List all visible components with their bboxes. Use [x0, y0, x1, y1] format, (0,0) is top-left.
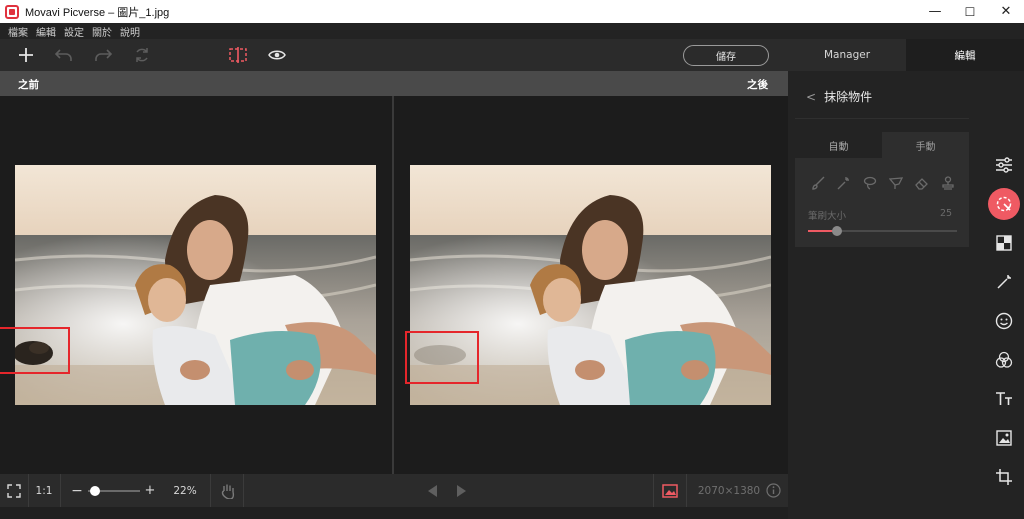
tab-auto[interactable]: 自動	[795, 132, 882, 158]
panel-header: < 抹除物件	[806, 88, 872, 105]
compare-divider[interactable]	[392, 96, 394, 474]
gallery-image-icon[interactable]	[656, 474, 684, 507]
zoom-slider-thumb[interactable]	[90, 485, 100, 496]
brush-icon[interactable]	[810, 175, 826, 191]
compare-split-icon[interactable]	[224, 39, 252, 71]
bottom-separator	[243, 474, 244, 507]
crop-icon[interactable]	[988, 461, 1020, 493]
tab-edit[interactable]: 編輯	[906, 39, 1024, 71]
main-toolbar	[0, 39, 788, 71]
window-title: Movavi Picverse – 圖片_1.jpg	[25, 6, 170, 19]
erase-selection-after[interactable]	[405, 331, 479, 384]
before-label: 之前	[18, 79, 39, 91]
preview-eye-icon[interactable]	[263, 39, 291, 71]
compare-label-bar: 之前 之後	[0, 71, 788, 96]
face-retouch-icon[interactable]	[988, 305, 1020, 337]
clone-stamp-icon[interactable]	[940, 175, 956, 191]
bottom-separator	[28, 474, 29, 507]
tab-manager[interactable]: Manager	[788, 39, 906, 71]
add-icon[interactable]	[12, 39, 40, 71]
app-logo-icon	[5, 4, 19, 19]
menu-edit[interactable]: 編輯	[36, 24, 56, 39]
magic-wand-icon[interactable]	[988, 266, 1020, 298]
text-icon[interactable]	[988, 383, 1020, 415]
fullscreen-icon[interactable]	[0, 474, 28, 507]
image-dimensions: 2070×1380	[697, 484, 761, 497]
brush-size-label: 筆刷大小	[808, 211, 847, 222]
redo-icon[interactable]	[89, 39, 117, 71]
brush-size-thumb[interactable]	[832, 226, 842, 236]
info-icon[interactable]	[764, 474, 782, 507]
reset-icon[interactable]	[128, 39, 156, 71]
tab-manual[interactable]: 手動	[882, 132, 969, 158]
back-button[interactable]: <	[806, 90, 816, 104]
save-button[interactable]: 儲存	[683, 45, 769, 66]
bottom-separator	[60, 474, 61, 507]
image-icon[interactable]	[988, 422, 1020, 454]
eraser-icon[interactable]	[914, 175, 930, 191]
zoom-value: 22%	[173, 484, 197, 497]
undo-icon[interactable]	[50, 39, 78, 71]
status-strip	[0, 507, 788, 519]
zoom-out-button[interactable]: −	[70, 474, 84, 507]
menu-help[interactable]: 說明	[120, 24, 140, 39]
background-icon[interactable]	[988, 227, 1020, 259]
top-tabs: Manager 編輯	[788, 39, 1024, 71]
menu-settings[interactable]: 設定	[64, 24, 84, 39]
bottom-separator	[210, 474, 211, 507]
erase-object-icon[interactable]	[988, 188, 1020, 220]
erase-selection-before[interactable]	[0, 327, 70, 374]
menu-bar: 檔案 編輯 設定 關於 說明	[0, 23, 1024, 39]
minimize-button[interactable]: —	[917, 0, 953, 23]
close-button[interactable]: ✕	[988, 0, 1024, 23]
brush-size-value: 25	[940, 208, 953, 219]
panel-divider	[795, 118, 969, 119]
menu-about[interactable]: 關於	[92, 24, 112, 39]
previous-image-icon[interactable]	[424, 474, 442, 507]
after-label: 之後	[747, 79, 768, 91]
panel-title: 抹除物件	[824, 90, 873, 104]
brush-size-slider[interactable]	[808, 226, 957, 236]
zoom-in-button[interactable]: +	[143, 474, 157, 507]
hand-tool-icon[interactable]	[214, 474, 242, 507]
maximize-button[interactable]: ☐	[952, 0, 988, 23]
adjust-icon[interactable]	[988, 149, 1020, 181]
bottom-separator	[653, 474, 654, 507]
lasso-icon[interactable]	[862, 175, 878, 191]
polygon-lasso-icon[interactable]	[888, 175, 904, 191]
filters-icon[interactable]	[988, 344, 1020, 376]
magic-selection-icon[interactable]	[836, 175, 852, 191]
bottom-separator	[686, 474, 687, 507]
next-image-icon[interactable]	[452, 474, 470, 507]
actual-size-button[interactable]: 1:1	[30, 474, 58, 507]
zoom-slider[interactable]	[88, 474, 140, 507]
menu-file[interactable]: 檔案	[8, 24, 28, 39]
title-bar: Movavi Picverse – 圖片_1.jpg	[0, 0, 1024, 23]
